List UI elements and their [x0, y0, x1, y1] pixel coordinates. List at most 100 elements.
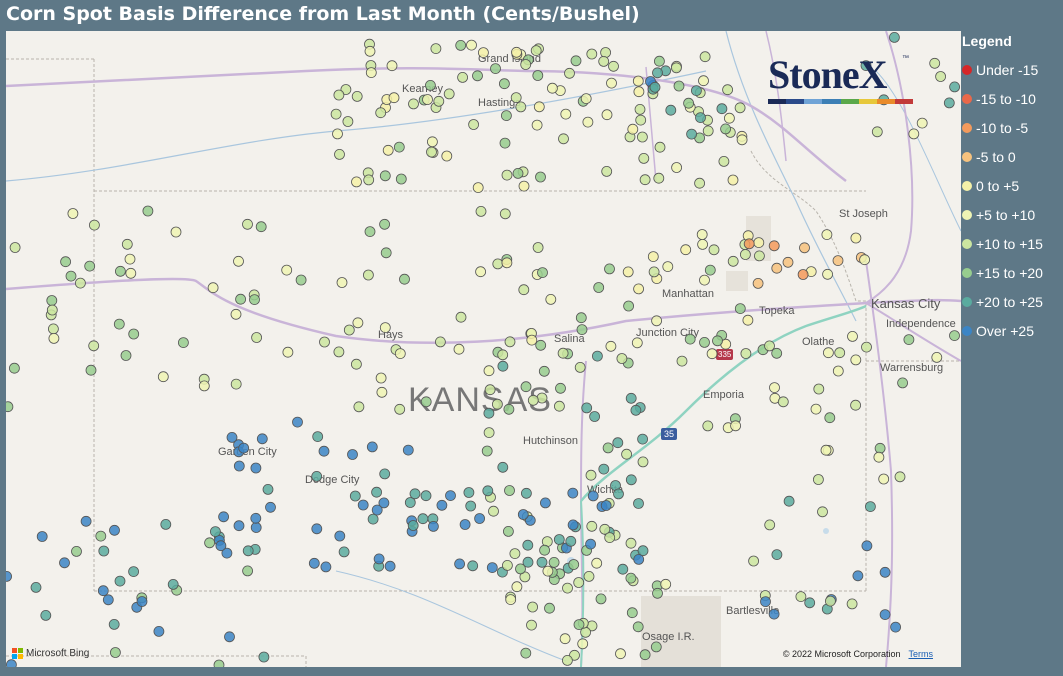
- elevator-marker[interactable]: [878, 473, 890, 485]
- elevator-marker[interactable]: [395, 173, 407, 185]
- elevator-marker[interactable]: [484, 384, 496, 396]
- elevator-marker[interactable]: [167, 579, 179, 590]
- elevator-marker[interactable]: [198, 380, 210, 392]
- elevator-marker[interactable]: [60, 256, 71, 268]
- elevator-marker[interactable]: [871, 126, 883, 138]
- elevator-marker[interactable]: [626, 607, 638, 619]
- elevator-marker[interactable]: [318, 445, 330, 457]
- elevator-marker[interactable]: [587, 490, 599, 502]
- elevator-marker[interactable]: [6, 571, 12, 582]
- elevator-marker[interactable]: [873, 451, 885, 463]
- elevator-marker[interactable]: [224, 631, 235, 643]
- elevator-marker[interactable]: [637, 131, 648, 143]
- elevator-marker[interactable]: [575, 312, 587, 324]
- elevator-marker[interactable]: [623, 300, 634, 312]
- elevator-marker[interactable]: [521, 487, 532, 499]
- elevator-marker[interactable]: [319, 336, 330, 348]
- elevator-marker[interactable]: [545, 293, 557, 305]
- elevator-marker[interactable]: [204, 537, 216, 549]
- elevator-marker[interactable]: [357, 499, 369, 511]
- elevator-marker[interactable]: [850, 232, 862, 244]
- elevator-marker[interactable]: [515, 563, 526, 575]
- elevator-marker[interactable]: [128, 566, 139, 577]
- elevator-marker[interactable]: [510, 92, 522, 103]
- elevator-marker[interactable]: [157, 371, 169, 383]
- elevator-marker[interactable]: [782, 256, 794, 268]
- elevator-marker[interactable]: [740, 348, 752, 359]
- elevator-marker[interactable]: [258, 651, 270, 663]
- elevator-marker[interactable]: [889, 32, 900, 43]
- elevator-marker[interactable]: [453, 343, 465, 355]
- elevator-marker[interactable]: [627, 123, 639, 135]
- elevator-marker[interactable]: [557, 347, 569, 359]
- elevator-marker[interactable]: [560, 108, 572, 120]
- elevator-marker[interactable]: [46, 295, 58, 306]
- elevator-marker[interactable]: [662, 261, 674, 273]
- elevator-marker[interactable]: [879, 609, 891, 620]
- elevator-marker[interactable]: [903, 334, 915, 346]
- elevator-marker[interactable]: [824, 412, 836, 424]
- elevator-marker[interactable]: [250, 522, 262, 533]
- elevator-marker[interactable]: [491, 398, 503, 410]
- elevator-marker[interactable]: [364, 45, 376, 57]
- elevator-marker[interactable]: [724, 112, 735, 124]
- elevator-marker[interactable]: [226, 431, 238, 443]
- elevator-marker[interactable]: [727, 174, 739, 186]
- elevator-marker[interactable]: [373, 553, 385, 565]
- elevator-marker[interactable]: [637, 456, 649, 468]
- elevator-marker[interactable]: [699, 274, 710, 286]
- elevator-marker[interactable]: [754, 250, 765, 262]
- elevator-marker[interactable]: [136, 596, 148, 607]
- elevator-marker[interactable]: [861, 341, 872, 353]
- elevator-marker[interactable]: [616, 353, 628, 364]
- elevator-marker[interactable]: [114, 575, 126, 587]
- elevator-marker[interactable]: [706, 348, 718, 360]
- elevator-marker[interactable]: [553, 534, 565, 545]
- elevator-marker[interactable]: [472, 70, 483, 82]
- elevator-marker[interactable]: [363, 174, 375, 186]
- elevator-marker[interactable]: [376, 386, 388, 398]
- elevator-marker[interactable]: [30, 582, 42, 593]
- elevator-marker[interactable]: [686, 128, 697, 140]
- elevator-marker[interactable]: [651, 315, 662, 327]
- elevator-marker[interactable]: [639, 649, 651, 661]
- elevator-marker[interactable]: [589, 411, 600, 422]
- elevator-marker[interactable]: [865, 501, 876, 513]
- elevator-marker[interactable]: [320, 561, 332, 573]
- elevator-marker[interactable]: [497, 349, 509, 361]
- elevator-marker[interactable]: [536, 556, 548, 568]
- elevator-marker[interactable]: [472, 182, 484, 194]
- elevator-marker[interactable]: [894, 471, 906, 483]
- elevator-marker[interactable]: [601, 109, 613, 121]
- elevator-marker[interactable]: [576, 324, 588, 336]
- elevator-marker[interactable]: [384, 560, 396, 572]
- elevator-marker[interactable]: [89, 219, 100, 231]
- elevator-marker[interactable]: [660, 578, 672, 590]
- elevator-marker[interactable]: [65, 270, 77, 282]
- elevator-marker[interactable]: [366, 441, 378, 453]
- elevator-marker[interactable]: [605, 340, 617, 352]
- elevator-marker[interactable]: [634, 104, 646, 115]
- elevator-marker[interactable]: [630, 404, 642, 416]
- elevator-marker[interactable]: [582, 116, 594, 128]
- elevator-marker[interactable]: [88, 340, 100, 352]
- elevator-marker[interactable]: [540, 497, 551, 509]
- elevator-marker[interactable]: [822, 268, 833, 280]
- elevator-marker[interactable]: [795, 591, 807, 602]
- elevator-marker[interactable]: [734, 303, 746, 315]
- elevator-marker[interactable]: [388, 92, 400, 104]
- elevator-marker[interactable]: [333, 89, 345, 101]
- elevator-marker[interactable]: [522, 539, 534, 551]
- elevator-marker[interactable]: [499, 208, 511, 220]
- elevator-marker[interactable]: [680, 244, 692, 256]
- elevator-marker[interactable]: [632, 75, 644, 87]
- elevator-marker[interactable]: [573, 619, 585, 630]
- elevator-marker[interactable]: [424, 80, 436, 91]
- elevator-marker[interactable]: [768, 608, 780, 620]
- elevator-marker[interactable]: [935, 71, 946, 82]
- elevator-marker[interactable]: [475, 205, 487, 217]
- elevator-marker[interactable]: [653, 172, 665, 184]
- elevator-marker[interactable]: [233, 460, 245, 472]
- elevator-marker[interactable]: [71, 546, 82, 557]
- elevator-marker[interactable]: [466, 39, 477, 51]
